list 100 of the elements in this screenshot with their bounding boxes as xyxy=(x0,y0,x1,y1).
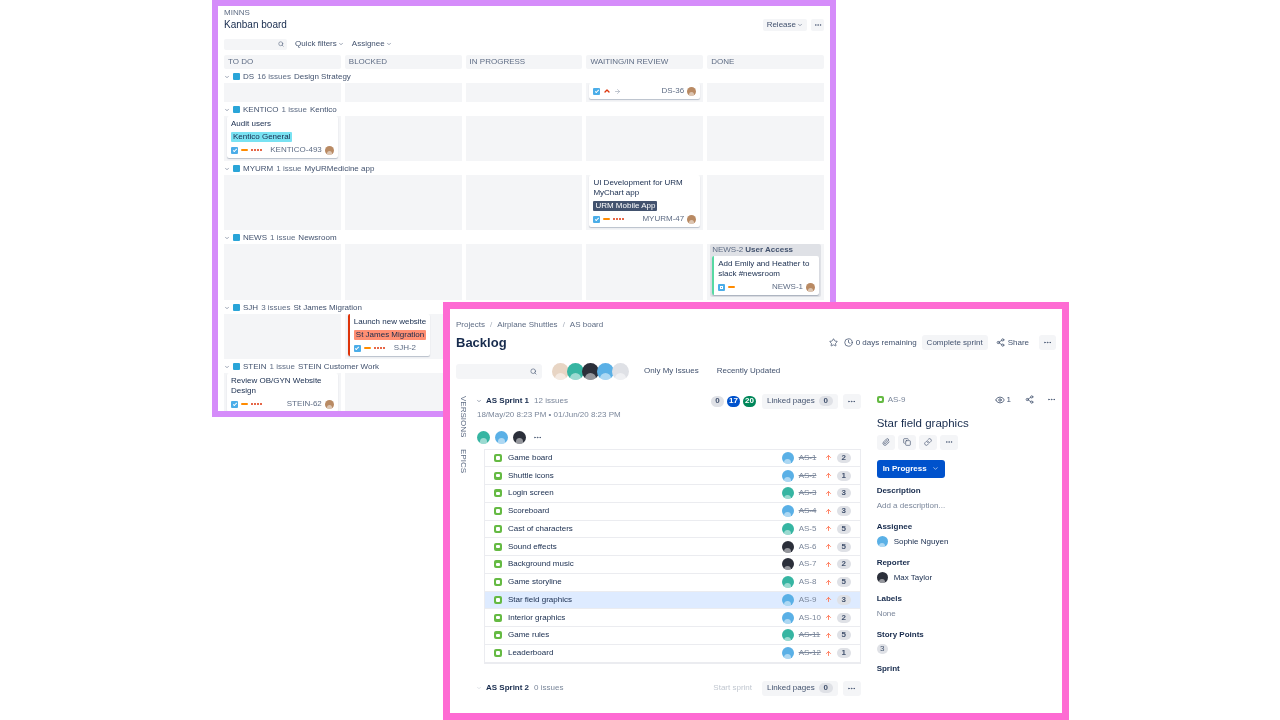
status-dropdown[interactable]: In Progress xyxy=(876,459,945,478)
collapse-icon[interactable] xyxy=(224,363,230,370)
caret-icon xyxy=(931,465,939,472)
paperclip-icon xyxy=(881,438,890,446)
issue-card[interactable]: Add Emily and Heather to slack #newsroom NEWS-1 xyxy=(712,256,819,295)
search-icon xyxy=(530,367,537,375)
priority-icon xyxy=(824,578,832,586)
field-label: Sprint xyxy=(876,663,900,674)
issue-title: Background music xyxy=(507,558,574,571)
issue-card[interactable]: UI Development for URM MyChart app URM Mobile App MYURM-47 xyxy=(589,175,701,227)
quick-filter[interactable]: Recently Updated xyxy=(713,365,784,377)
breadcrumb-link[interactable]: AS board xyxy=(569,319,604,331)
count-badge: 2 xyxy=(836,452,851,463)
breadcrumb-separator: / xyxy=(562,319,565,331)
issue-key: DS-36 xyxy=(661,85,685,97)
subtask-icon xyxy=(718,283,726,291)
lane-key: NEWS xyxy=(243,231,267,244)
count-badge: 1 xyxy=(836,648,851,659)
more-button[interactable] xyxy=(842,393,861,409)
issue-row[interactable]: Interior graphics AS-10 2 xyxy=(484,609,860,627)
field-label: Reporter xyxy=(876,557,910,568)
quick-filter[interactable]: Only My Issues xyxy=(641,365,702,377)
subtask-button[interactable] xyxy=(897,434,916,450)
checkbox-icon xyxy=(593,215,601,223)
issue-key: AS-8 xyxy=(798,576,817,589)
issue-key: AS-5 xyxy=(798,522,817,535)
issue-title: Game rules xyxy=(507,629,550,642)
release-button[interactable]: Release xyxy=(762,18,807,31)
issue-card[interactable]: Review OB/GYN Website Design STEIN-62 xyxy=(227,373,338,411)
status-count: 17 xyxy=(727,395,741,407)
collapse-icon[interactable] xyxy=(224,234,230,241)
collapse-icon[interactable] xyxy=(224,106,230,113)
issue-row[interactable]: Game rules AS-11 5 xyxy=(484,627,860,645)
priority-icon xyxy=(824,489,832,497)
filter-dropdown[interactable]: Assignee xyxy=(351,38,392,50)
link-button[interactable] xyxy=(918,434,937,450)
issue-key: AS-11 xyxy=(798,629,821,642)
arrow-icon xyxy=(614,87,622,95)
share-button[interactable]: Share xyxy=(995,335,1029,351)
story-icon xyxy=(493,453,502,462)
collapse-icon[interactable] xyxy=(224,165,230,172)
issue-card[interactable]: DS-36 xyxy=(589,83,701,99)
more-button[interactable] xyxy=(842,680,861,696)
linked-pages-button[interactable]: Linked pages 0 xyxy=(762,680,838,696)
more-button[interactable] xyxy=(939,434,958,450)
story-icon xyxy=(493,524,502,533)
side-tab[interactable]: VERSIONS xyxy=(456,395,469,437)
more-icon[interactable] xyxy=(1047,395,1056,404)
linked-pages-button[interactable]: Linked pages 0 xyxy=(762,393,838,409)
priority-icon xyxy=(824,560,832,568)
issue-row[interactable]: Shuttle icons AS-2 1 xyxy=(484,467,860,485)
issue-card[interactable]: Launch new website St James Migration SJH-2 xyxy=(347,314,431,356)
lane-name: Design Strategy xyxy=(293,70,351,83)
lane-name: Kentico xyxy=(309,103,337,116)
story-icon xyxy=(493,560,502,569)
description-field[interactable]: Add a description... xyxy=(876,499,946,512)
collapse-icon[interactable] xyxy=(224,304,230,311)
more-icon xyxy=(944,438,953,446)
priority-icon xyxy=(824,525,832,533)
priority-icon xyxy=(824,543,832,551)
issue-row[interactable]: Game board AS-1 2 xyxy=(484,449,860,468)
attach-button[interactable] xyxy=(876,434,895,450)
search-field[interactable] xyxy=(456,363,542,379)
issue-title: Leaderboard xyxy=(507,647,554,660)
filter-dropdown[interactable]: Quick filters xyxy=(295,38,344,50)
person-name: Sophie Nguyen xyxy=(893,535,949,548)
issue-key: AS-1 xyxy=(798,451,817,464)
collapse-icon[interactable] xyxy=(224,73,230,80)
issue-key: AS-4 xyxy=(798,505,817,518)
issue-count: 16 issues xyxy=(257,70,291,83)
issue-row[interactable]: Background music AS-7 2 xyxy=(484,556,860,574)
issue-count: 12 issues xyxy=(534,395,568,407)
more-button[interactable] xyxy=(1039,335,1056,351)
project-icon xyxy=(233,234,240,241)
star-icon[interactable] xyxy=(828,338,838,348)
field-label: Description xyxy=(876,485,921,496)
search-field[interactable] xyxy=(224,38,287,50)
search-icon xyxy=(278,41,284,47)
issue-row[interactable]: Login screen AS-3 3 xyxy=(484,485,860,503)
watch-icon[interactable] xyxy=(994,394,1005,405)
share-icon[interactable] xyxy=(1025,395,1034,404)
issue-key: AS-9 xyxy=(798,593,817,606)
issue-card[interactable]: Audit users Kentico General KENTICO-493 xyxy=(227,116,338,158)
priority-icon xyxy=(824,596,832,604)
lane-name: MyURMedicine app xyxy=(304,162,375,175)
side-tab[interactable]: EPICS xyxy=(456,448,469,473)
breadcrumb-link[interactable]: Projects xyxy=(456,319,485,331)
issue-row[interactable]: Sound effects AS-6 5 xyxy=(484,538,860,556)
complete-sprint-button[interactable]: Complete sprint xyxy=(921,335,988,351)
page-title: Backlog xyxy=(456,334,507,352)
issue-key: SJH-2 xyxy=(393,342,417,354)
more-button[interactable] xyxy=(811,18,824,31)
story-icon xyxy=(493,489,502,498)
breadcrumb-link[interactable]: Airplane Shuttles xyxy=(497,319,558,331)
card-title: Review OB/GYN Website Design xyxy=(231,376,323,396)
issue-key: NEWS-1 xyxy=(771,281,803,293)
story-icon xyxy=(493,631,502,640)
collapse-icon[interactable] xyxy=(475,398,482,404)
count-badge: 5 xyxy=(836,577,851,588)
sprint-name: AS Sprint 2 xyxy=(485,682,530,694)
